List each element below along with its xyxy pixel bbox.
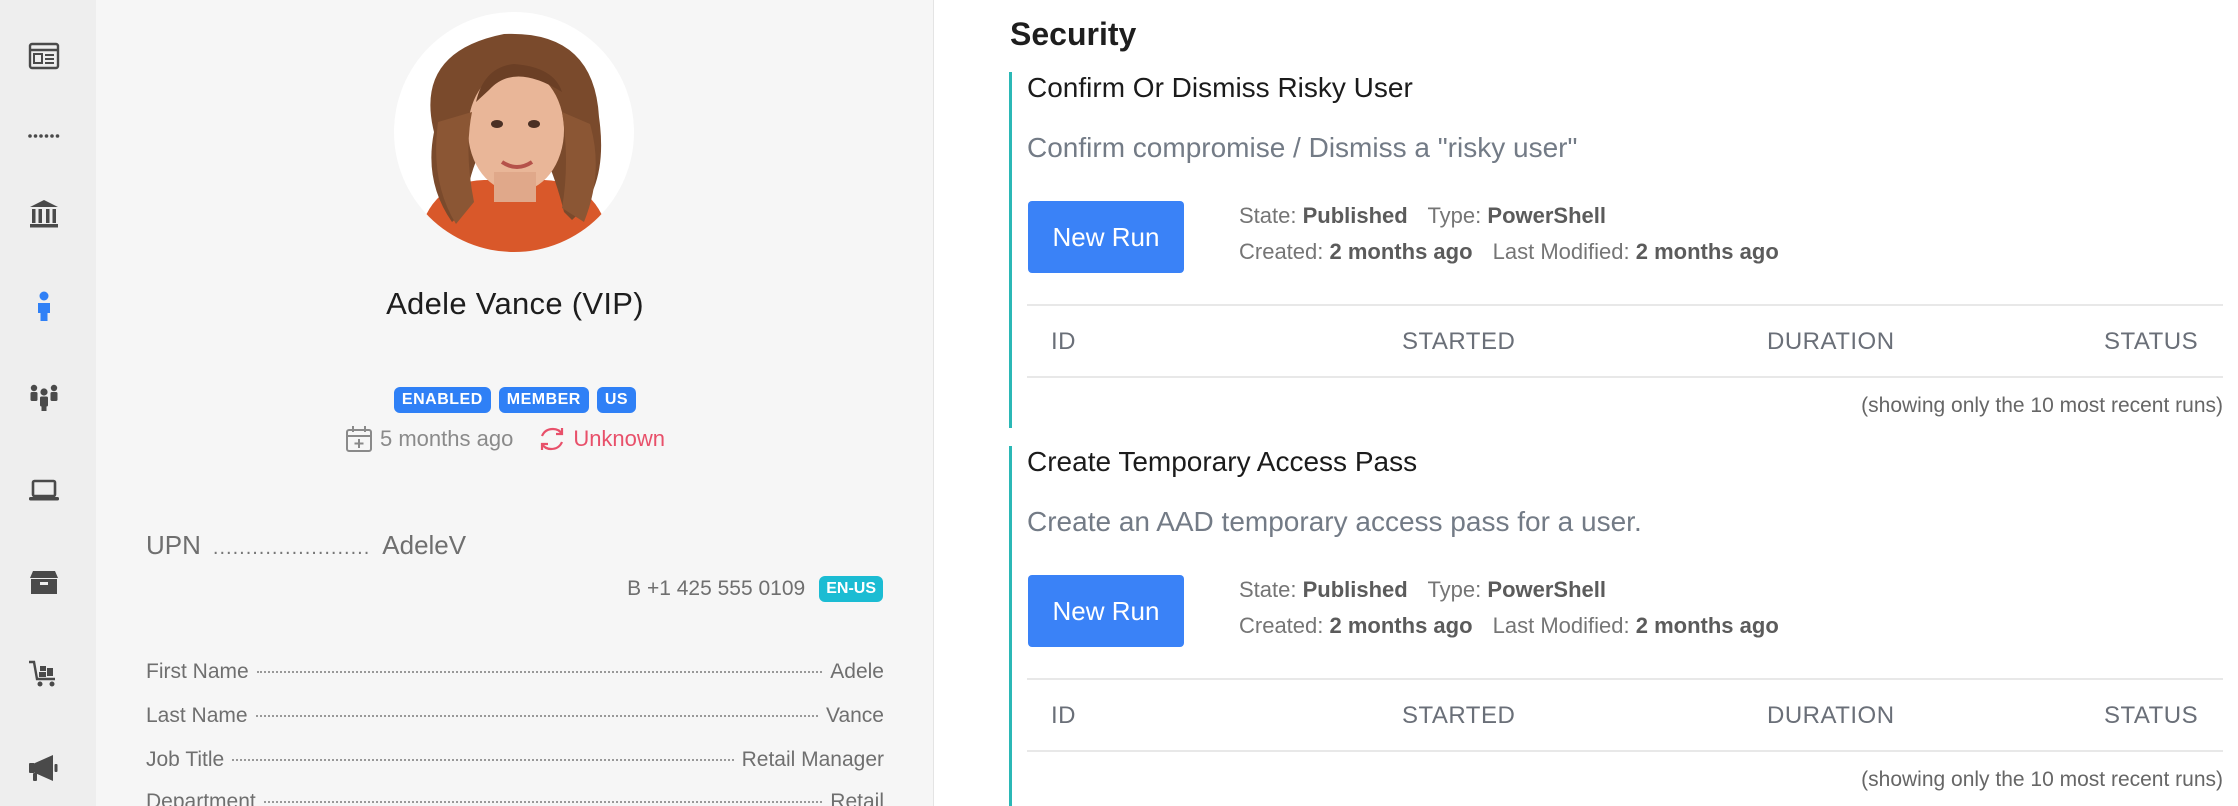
field-label: Job Title <box>146 748 225 771</box>
created-value: 2 months ago <box>1329 613 1473 638</box>
account-meta: 5 months ago Unknown <box>344 424 665 454</box>
field-value: Retail Manager <box>741 748 884 771</box>
column-status[interactable]: STATUS <box>2104 328 2198 356</box>
new-run-button[interactable]: New Run <box>1028 575 1184 647</box>
runs-note: (showing only the 10 most recent runs) <box>1861 768 2223 791</box>
dot-leader <box>263 801 823 803</box>
state-value: Published <box>1302 577 1408 602</box>
sync-icon <box>541 427 564 451</box>
runs-table-header: ID STARTED DURATION STATUS <box>1027 678 2223 752</box>
field-label: First Name <box>146 660 249 683</box>
status-badge-member: MEMBER <box>498 387 589 413</box>
security-panel: Security Confirm Or Dismiss Risky User C… <box>935 0 2238 806</box>
cart-icon[interactable] <box>24 654 64 694</box>
status-badge-enabled: ENABLED <box>393 387 491 413</box>
upn-value: AdeleV <box>382 530 467 560</box>
column-duration[interactable]: DURATION <box>1767 328 1895 356</box>
runbook-card: Confirm Or Dismiss Risky User Confirm co… <box>1009 72 2223 428</box>
runbook-card: Create Temporary Access Pass Create an A… <box>1009 446 2223 806</box>
section-title: Security <box>1010 16 1137 52</box>
dot-leader <box>256 671 823 673</box>
calendar-icon <box>346 426 372 452</box>
dashboard-icon[interactable] <box>24 36 64 76</box>
megaphone-icon[interactable] <box>24 748 64 788</box>
created-text: 5 months ago <box>380 426 514 451</box>
field-value: Adele <box>830 660 884 683</box>
state-value: Published <box>1302 203 1408 228</box>
type-label: Type: <box>1427 203 1482 228</box>
modified-label: Last Modified: <box>1492 239 1630 264</box>
modified-label: Last Modified: <box>1492 613 1630 638</box>
box-icon[interactable] <box>24 562 64 602</box>
created-label: Created: <box>1239 613 1324 638</box>
upn-label: UPN <box>146 530 201 560</box>
field-label: Last Name <box>146 704 248 727</box>
laptop-icon[interactable] <box>24 470 64 510</box>
icon-sidebar <box>0 0 96 806</box>
field-job-title: Job Title Retail Manager <box>146 748 884 772</box>
status-badge-country: US <box>596 387 637 413</box>
user-icon[interactable] <box>24 286 64 326</box>
upn-leader: ........................ <box>212 537 371 559</box>
created-value: 2 months ago <box>1329 239 1473 264</box>
runbook-meta: State: Published Type: PowerShell Create… <box>1239 198 1779 270</box>
state-label: State: <box>1239 203 1297 228</box>
phone-row: B +1 425 555 0109 EN-US <box>627 576 883 602</box>
avatar <box>394 12 634 252</box>
modified-value: 2 months ago <box>1635 613 1779 638</box>
created-label: Created: <box>1239 239 1324 264</box>
runbook-description: Create an AAD temporary access pass for … <box>1027 506 1642 537</box>
runbook-title: Confirm Or Dismiss Risky User <box>1027 72 1413 103</box>
state-label: State: <box>1239 577 1297 602</box>
type-label: Type: <box>1427 577 1482 602</box>
modified-value: 2 months ago <box>1635 239 1779 264</box>
column-started[interactable]: STARTED <box>1402 702 1515 730</box>
column-id[interactable]: ID <box>1051 702 1076 730</box>
sync-status-text: Unknown <box>573 426 666 451</box>
status-badges: ENABLED MEMBER US <box>96 387 933 413</box>
column-duration[interactable]: DURATION <box>1767 702 1895 730</box>
phone-number: B +1 425 555 0109 <box>627 577 806 600</box>
runs-note: (showing only the 10 most recent runs) <box>1861 394 2223 417</box>
field-value: Vance <box>826 704 884 727</box>
created-date: 5 months ago <box>344 424 513 454</box>
runbook-meta: State: Published Type: PowerShell Create… <box>1239 572 1779 644</box>
user-display-name: Adele Vance (VIP) <box>386 286 644 321</box>
more-dots-icon[interactable] <box>24 116 64 156</box>
column-started[interactable]: STARTED <box>1402 328 1515 356</box>
groups-icon[interactable] <box>24 376 64 416</box>
dot-leader <box>255 715 818 717</box>
field-label: Department <box>146 790 256 806</box>
runs-table-header: ID STARTED DURATION STATUS <box>1027 304 2223 378</box>
field-department: Department Retail <box>146 790 884 806</box>
runbook-title: Create Temporary Access Pass <box>1027 446 1418 477</box>
column-id[interactable]: ID <box>1051 328 1076 356</box>
type-value: PowerShell <box>1487 203 1606 228</box>
runbook-description: Confirm compromise / Dismiss a "risky us… <box>1027 132 1578 163</box>
locale-badge: EN-US <box>819 576 883 602</box>
field-first-name: First Name Adele <box>146 660 884 684</box>
user-profile-panel: Adele Vance (VIP) ENABLED MEMBER US 5 mo… <box>96 0 934 806</box>
type-value: PowerShell <box>1487 577 1606 602</box>
bank-icon[interactable] <box>24 194 64 234</box>
new-run-button[interactable]: New Run <box>1028 201 1184 273</box>
sync-status: Unknown <box>537 424 665 454</box>
dot-leader <box>232 759 734 761</box>
column-status[interactable]: STATUS <box>2104 702 2198 730</box>
field-value: Retail <box>830 790 884 806</box>
upn-row: UPN ........................ AdeleV <box>146 530 466 561</box>
field-last-name: Last Name Vance <box>146 704 884 728</box>
